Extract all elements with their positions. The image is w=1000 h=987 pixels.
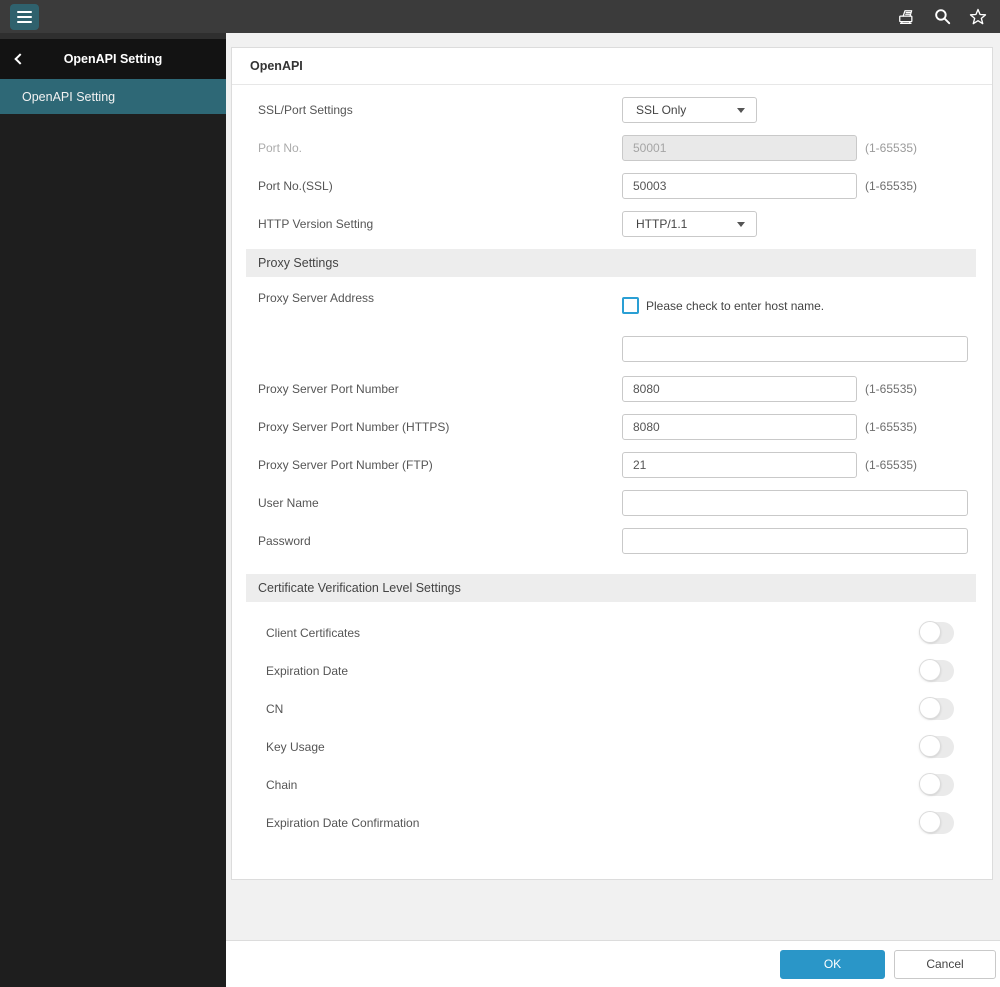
cn-label: CN	[266, 702, 284, 716]
sidebar: OpenAPI Setting OpenAPI Setting	[0, 33, 226, 987]
topbar	[0, 0, 1000, 33]
favorite-button[interactable]	[968, 7, 988, 27]
certificate-verification-section-header: Certificate Verification Level Settings	[246, 574, 976, 602]
search-icon	[934, 9, 950, 25]
port-no-label: Port No.	[258, 141, 303, 155]
host-name-checkbox-line: Please check to enter host name.	[622, 297, 968, 314]
cn-row: CN	[232, 690, 992, 728]
user-name-input[interactable]	[622, 490, 968, 516]
chain-row: Chain	[232, 766, 992, 804]
hamburger-icon	[17, 10, 32, 13]
cn-toggle[interactable]	[919, 697, 954, 720]
proxy-port-https-input[interactable]	[622, 414, 857, 440]
star-icon	[969, 8, 987, 24]
footer-action-bar: OK Cancel	[226, 940, 1000, 987]
ssl-port-settings-select[interactable]: SSL Only	[622, 97, 757, 123]
settings-card: OpenAPI SSL/Port Settings SSL Only Port …	[231, 47, 993, 880]
port-no-ssl-range-hint: (1-65535)	[865, 179, 918, 193]
sidebar-item-label: OpenAPI Setting	[22, 89, 116, 104]
toggle-knob	[919, 735, 941, 757]
search-button[interactable]	[932, 7, 952, 27]
toggle-knob	[919, 773, 941, 795]
card-title: OpenAPI	[232, 48, 992, 85]
proxy-port-row: Proxy Server Port Number (1-65535)	[232, 376, 992, 402]
proxy-port-ftp-label: Proxy Server Port Number (FTP)	[258, 458, 433, 472]
user-name-row: User Name	[232, 490, 992, 516]
chevron-down-icon	[737, 221, 745, 227]
chain-toggle[interactable]	[919, 773, 954, 796]
http-version-label: HTTP Version Setting	[258, 217, 374, 231]
host-name-checkbox-label: Please check to enter host name.	[646, 298, 825, 313]
password-label: Password	[258, 534, 311, 548]
user-name-label: User Name	[258, 496, 319, 510]
printer-icon	[899, 9, 913, 24]
sidebar-title: OpenAPI Setting	[63, 52, 163, 66]
port-no-range-hint: (1-65535)	[865, 141, 918, 155]
toggle-knob	[919, 659, 941, 681]
port-no-ssl-row: Port No.(SSL) (1-65535)	[232, 173, 992, 199]
proxy-port-input[interactable]	[622, 376, 857, 402]
proxy-settings-section-header: Proxy Settings	[246, 249, 976, 277]
proxy-port-ftp-range-hint: (1-65535)	[865, 458, 918, 472]
http-version-value: HTTP/1.1	[636, 217, 688, 231]
client-certificates-toggle[interactable]	[919, 621, 954, 644]
proxy-server-address-input[interactable]	[622, 336, 968, 362]
port-no-row: Port No. (1-65535)	[232, 135, 992, 161]
ok-button[interactable]: OK	[780, 949, 885, 979]
expiration-date-confirmation-row: Expiration Date Confirmation	[232, 804, 992, 842]
http-version-select[interactable]: HTTP/1.1	[622, 211, 757, 237]
chain-label: Chain	[266, 778, 298, 792]
client-certificates-label: Client Certificates	[266, 626, 361, 640]
proxy-server-address-row: Proxy Server Address Please check to ent…	[232, 289, 992, 362]
settings-form: SSL/Port Settings SSL Only Port No. (1-6…	[232, 85, 992, 842]
expiration-date-confirmation-toggle[interactable]	[919, 811, 954, 834]
port-no-ssl-input[interactable]	[622, 173, 857, 199]
proxy-port-ftp-input[interactable]	[622, 452, 857, 478]
ssl-port-settings-value: SSL Only	[636, 103, 687, 117]
chevron-down-icon	[737, 107, 745, 113]
proxy-port-https-label: Proxy Server Port Number (HTTPS)	[258, 420, 450, 434]
proxy-server-address-label: Proxy Server Address	[258, 291, 375, 305]
key-usage-toggle[interactable]	[919, 735, 954, 758]
password-input[interactable]	[622, 528, 968, 554]
port-no-ssl-label: Port No.(SSL)	[258, 179, 333, 193]
expiration-date-row: Expiration Date	[232, 652, 992, 690]
hamburger-menu-button[interactable]	[10, 3, 39, 30]
key-usage-row: Key Usage	[232, 728, 992, 766]
toggle-knob	[919, 697, 941, 719]
proxy-port-https-row: Proxy Server Port Number (HTTPS) (1-6553…	[232, 414, 992, 440]
proxy-port-ftp-row: Proxy Server Port Number (FTP) (1-65535)	[232, 452, 992, 478]
proxy-address-controls: Please check to enter host name.	[622, 289, 968, 362]
ssl-port-settings-row: SSL/Port Settings SSL Only	[232, 97, 992, 123]
proxy-port-https-range-hint: (1-65535)	[865, 420, 918, 434]
cancel-button[interactable]: Cancel	[894, 949, 996, 979]
toggle-knob	[919, 811, 941, 833]
device-status-button[interactable]	[896, 7, 916, 27]
expiration-date-confirmation-label: Expiration Date Confirmation	[266, 816, 420, 830]
expiration-date-label: Expiration Date	[266, 664, 349, 678]
host-name-checkbox[interactable]	[622, 297, 639, 314]
toggle-knob	[919, 621, 941, 643]
http-version-row: HTTP Version Setting HTTP/1.1	[232, 211, 992, 237]
proxy-port-range-hint: (1-65535)	[865, 382, 918, 396]
back-chevron-icon[interactable]	[14, 53, 26, 65]
proxy-port-label: Proxy Server Port Number	[258, 382, 399, 396]
client-certificates-row: Client Certificates	[232, 614, 992, 652]
port-no-input	[622, 135, 857, 161]
key-usage-label: Key Usage	[266, 740, 325, 754]
expiration-date-toggle[interactable]	[919, 659, 954, 682]
sidebar-item-openapi-setting[interactable]: OpenAPI Setting	[0, 79, 226, 114]
main-content: OpenAPI SSL/Port Settings SSL Only Port …	[226, 33, 1000, 987]
password-row: Password	[232, 528, 992, 554]
sidebar-header: OpenAPI Setting	[0, 39, 226, 79]
ssl-port-settings-label: SSL/Port Settings	[258, 103, 353, 117]
